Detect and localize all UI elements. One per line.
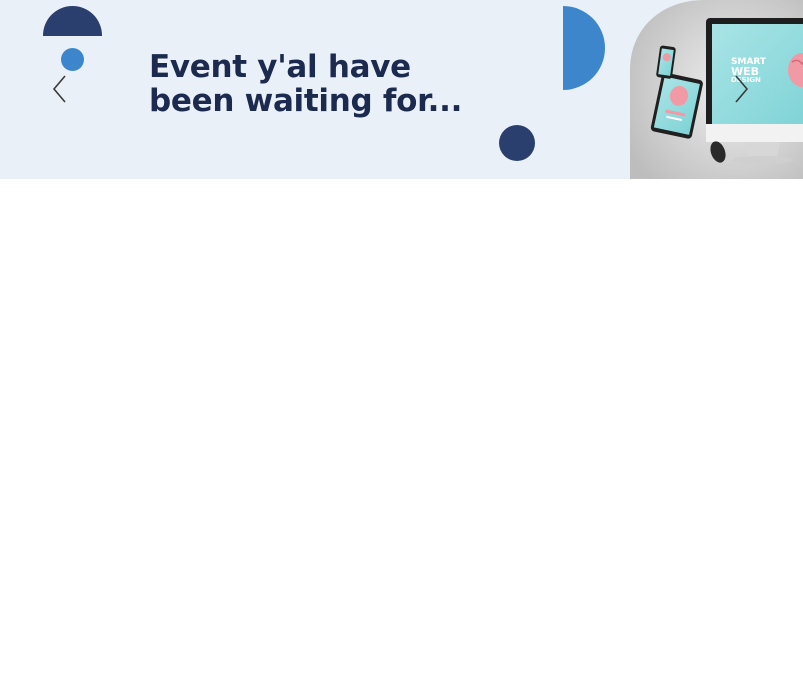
headline-line-2: been waiting for... [149, 83, 463, 119]
page-content-empty [0, 179, 803, 688]
chevron-right-icon [735, 75, 749, 103]
hero-banner-slide: Event y'al have been waiting for... SMAR… [0, 0, 803, 179]
decorative-half-circle-right [563, 6, 605, 90]
chevron-left-icon [52, 75, 66, 103]
decorative-half-circle-top [43, 6, 102, 36]
carousel-next-button[interactable] [732, 74, 752, 104]
carousel-prev-button[interactable] [50, 74, 70, 104]
decorative-small-dot [61, 48, 84, 71]
decorative-dark-dot [499, 125, 535, 161]
devices-photo: SMART WEB DESIGN [630, 0, 803, 179]
headline-line-1: Event y'al have [149, 49, 411, 85]
banner-headline: Event y'al have been waiting for... [149, 50, 462, 118]
page: Event y'al have been waiting for... SMAR… [0, 0, 803, 688]
